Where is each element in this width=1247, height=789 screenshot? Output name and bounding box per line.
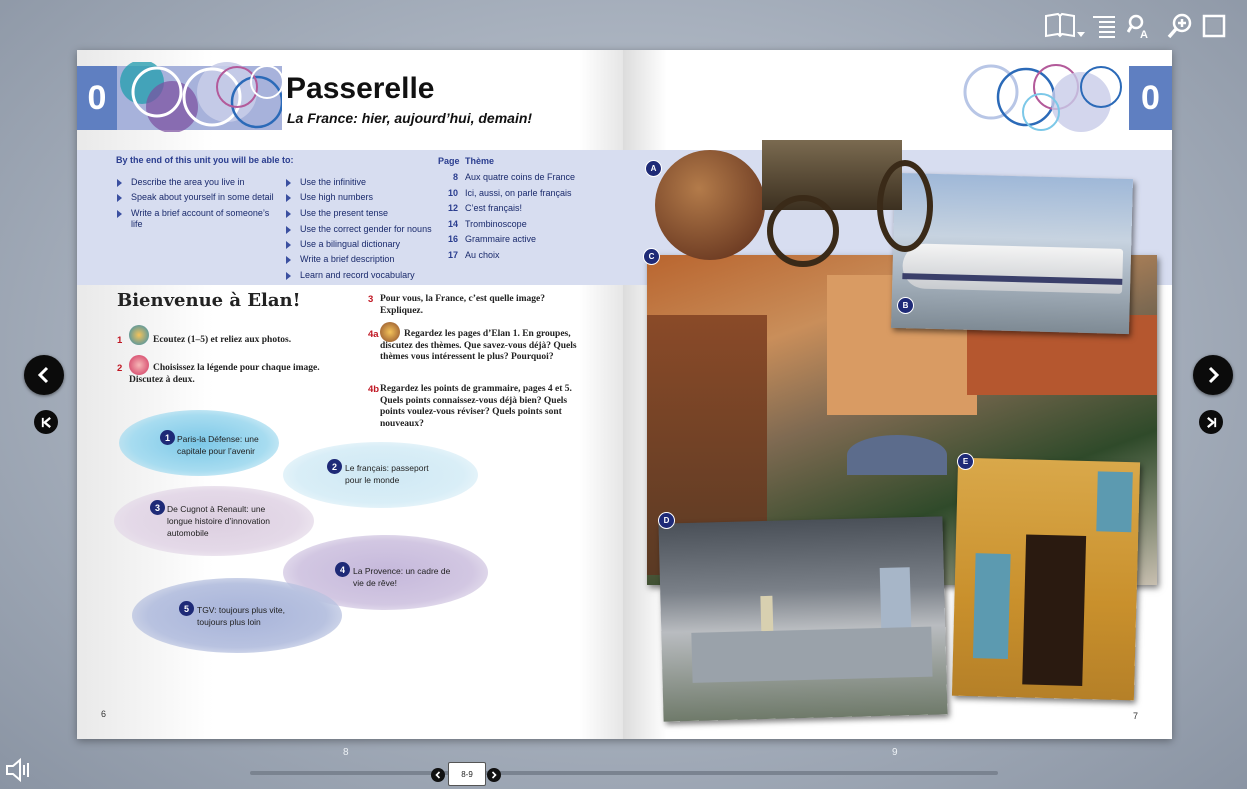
spread-page-left: 8: [343, 747, 349, 758]
task-number: 1: [117, 335, 123, 346]
page-subtitle: La France: hier, aujourd’hui, demain!: [287, 110, 533, 126]
page-title: Passerelle: [286, 72, 435, 105]
theme-page: 8: [452, 172, 458, 182]
section-heading: Bienvenue à Elan!: [117, 290, 301, 311]
theme-link[interactable]: Ici, aussi, on parle français: [465, 188, 572, 198]
bubble-text: Paris-la Défense: une capitale pour l’av…: [177, 434, 259, 456]
objective-item: Use high numbers: [285, 192, 374, 202]
photo-label: C: [643, 248, 660, 265]
theme-link[interactable]: C’est français!: [465, 203, 522, 213]
theme-link[interactable]: Grammaire active: [465, 234, 536, 244]
photo-cugnot-vehicle: [647, 110, 947, 270]
chevron-left-icon: [435, 771, 441, 779]
task-text: Ecoutez (1–5) et reliez aux photos.: [153, 335, 292, 345]
theme-page: 14: [447, 219, 458, 229]
unit-number-badge: 0: [1129, 66, 1172, 130]
unit-number-badge: 0: [77, 66, 117, 130]
theme-link[interactable]: Trombinoscope: [465, 219, 527, 229]
left-page: 0 Passerelle La France: hier, aujourd’hu…: [77, 50, 623, 739]
task-number: 3: [368, 294, 374, 305]
chevron-right-icon: [1208, 366, 1220, 384]
objective-item: Use a bilingual dictionary: [285, 239, 401, 249]
theme-page: 16: [447, 234, 458, 244]
skip-first-icon: [41, 416, 51, 428]
theme-page: 17: [447, 250, 458, 260]
svg-text:A: A: [1140, 29, 1148, 39]
theme-page: 12: [447, 203, 458, 213]
task-text: Regardez les points de grammaire, pages …: [380, 384, 572, 429]
right-page: 0 A B C D E 7: [623, 50, 1172, 739]
photo-label: A: [645, 160, 662, 177]
photo-label: D: [658, 512, 675, 529]
objective-item: Use the present tense: [285, 208, 389, 218]
objective-item: Write a brief description: [285, 254, 395, 264]
photo-la-defense: [658, 516, 948, 722]
objective-item: Speak about yourself in some detail: [117, 192, 276, 203]
previous-page-button[interactable]: [24, 355, 64, 395]
page-number: 6: [101, 709, 107, 719]
first-page-button[interactable]: [34, 410, 58, 434]
bubble-number: 4: [335, 562, 350, 577]
decorative-circles: [963, 64, 1122, 132]
page-slider-track[interactable]: [250, 771, 998, 775]
bubble-text: De Cugnot à Renault: une longue histoire…: [167, 504, 271, 538]
listen-audio-icon[interactable]: [129, 325, 149, 345]
objective-item: Write a brief account of someone’s life: [117, 208, 276, 230]
spread-page-right: 9: [892, 747, 898, 758]
task-number: 4a: [368, 329, 379, 340]
bubble-number: 2: [327, 459, 342, 474]
theme-link[interactable]: Aux quatre coins de France: [465, 172, 575, 182]
task-text: Regardez les pages d’Elan 1. En groupes,…: [380, 329, 577, 362]
next-page-button[interactable]: [1193, 355, 1233, 395]
zoom-icon[interactable]: [1166, 12, 1194, 40]
task-number: 4b: [368, 384, 380, 395]
theme-link[interactable]: Au choix: [465, 250, 500, 260]
sound-toggle-icon[interactable]: [4, 756, 32, 784]
task-text: Choisissez la légende pour chaque image.…: [129, 363, 320, 385]
bubble-number: 3: [150, 500, 165, 515]
objective-item: Describe the area you live in: [117, 177, 276, 188]
book-menu-icon[interactable]: [1044, 12, 1086, 40]
decorative-circles: [117, 62, 282, 132]
slider-next-button[interactable]: [487, 768, 501, 782]
objective-item: Learn and record vocabulary: [286, 270, 415, 280]
themes-header-page: Page: [438, 156, 460, 166]
search-icon[interactable]: A: [1126, 12, 1154, 40]
book-spread: 0 Passerelle La France: hier, aujourd’hu…: [77, 50, 1172, 739]
chevron-left-icon: [37, 366, 49, 384]
bubble-number: 1: [160, 430, 175, 445]
skip-last-icon: [1206, 416, 1216, 428]
photo-label: E: [957, 453, 974, 470]
table-of-contents-icon[interactable]: [1090, 12, 1118, 40]
task-number: 2: [117, 363, 123, 374]
bubble-number: 5: [179, 601, 194, 616]
current-spread-indicator[interactable]: 8-9: [448, 762, 486, 786]
objectives-heading: By the end of this unit you will be able…: [116, 155, 294, 165]
last-page-button[interactable]: [1199, 410, 1223, 434]
bubble-text: La Provence: un cadre de vie de rêve!: [353, 566, 451, 588]
task-text: Pour vous, la France, c’est quelle image…: [380, 294, 545, 316]
themes-header-theme: Thème: [465, 156, 495, 166]
photo-label: B: [897, 297, 914, 314]
photo-museum-building: [951, 457, 1141, 701]
objective-item: Use the infinitive: [285, 177, 367, 187]
theme-page: 10: [447, 188, 458, 198]
objective-item: Use the correct gender for nouns: [286, 224, 432, 234]
bubble-text: Le français: passeport pour le monde: [345, 463, 429, 485]
chevron-right-icon: [491, 771, 497, 779]
page-number: 7: [1133, 711, 1139, 721]
fullscreen-icon[interactable]: [1200, 12, 1228, 40]
bubble-text: TGV: toujours plus vite, toujours plus l…: [197, 605, 286, 627]
slider-prev-button[interactable]: [431, 768, 445, 782]
